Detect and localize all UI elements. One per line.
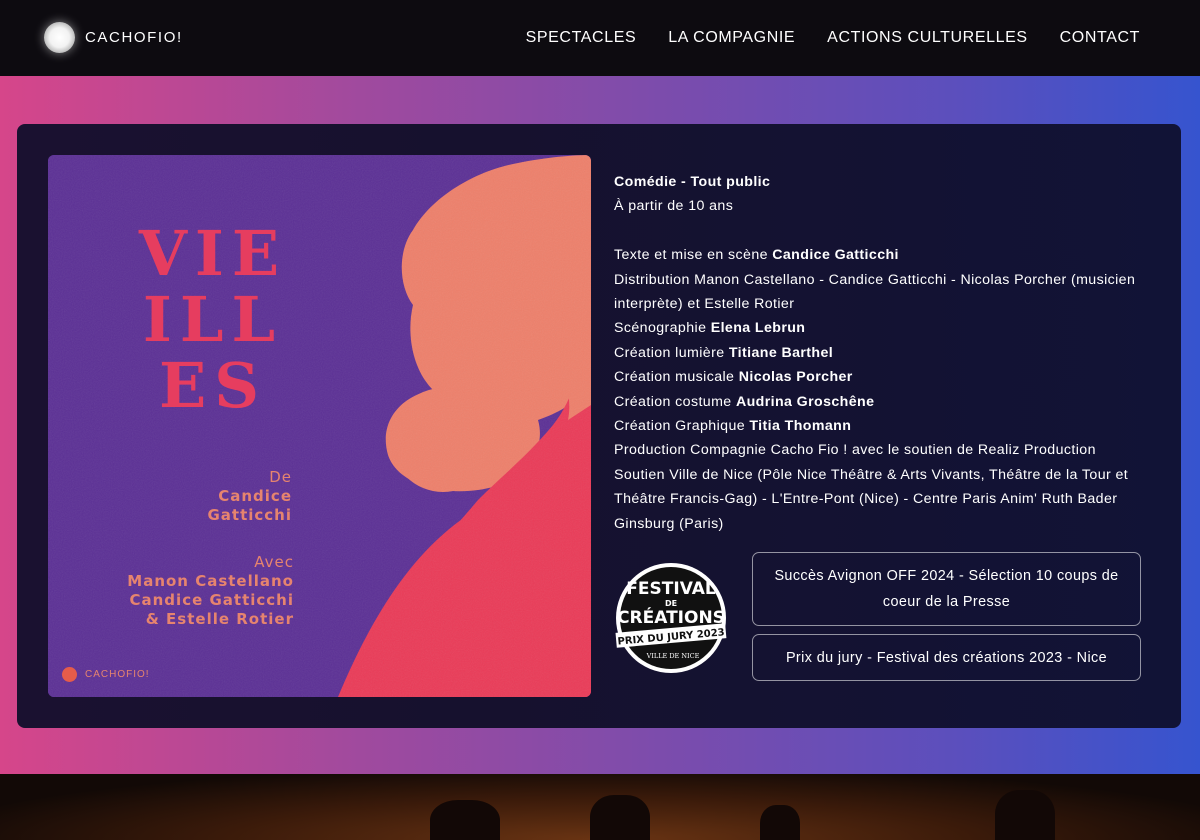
poster-logo: CACHOFIO!	[62, 667, 150, 682]
production: Production Compagnie Cacho Fio ! avec le…	[614, 442, 1096, 459]
poster-author-line: Gatticchi	[207, 506, 292, 524]
poster-logo-icon	[62, 667, 77, 682]
poster-cast-line: Candice Gatticchi	[129, 591, 294, 609]
credit-label: Création Graphique	[614, 418, 746, 435]
nav-actions-culturelles[interactable]: ACTIONS CULTURELLES	[827, 29, 1027, 47]
credit-value: Nicolas Porcher	[738, 369, 853, 386]
support: Soutien Ville de Nice (Pôle Nice Théâtre…	[614, 466, 1129, 532]
credit-value: Candice Gatticchi	[772, 247, 899, 264]
poster-cast: Avec Manon Castellano Candice Gatticchi …	[88, 553, 294, 629]
age-range: À partir de 10 ans	[614, 198, 734, 215]
credit-costume: Création costume Audrina Groschêne	[614, 390, 1154, 414]
poster-author-line: Candice	[218, 487, 292, 505]
brand-logo[interactable]: CACHOFIO!	[44, 22, 183, 53]
badge-line1: FESTIVAL	[626, 579, 716, 599]
poster-title: VIE ILL ES	[98, 221, 328, 419]
show-card: VIE ILL ES De Candice Gatticchi Avec Man…	[17, 124, 1181, 728]
poster-cast-label: Avec	[254, 553, 294, 571]
credit-scenographie: Scénographie Elena Lebrun	[614, 316, 1154, 340]
poster-title-line: ES	[158, 349, 268, 422]
credit-value: Titia Thomann	[749, 418, 852, 435]
credit-label: Scénographie	[614, 320, 707, 337]
credit-text: Texte et mise en scène Candice Gatticchi	[614, 243, 1154, 267]
credit-label: Création lumière	[614, 344, 725, 361]
credit-lumiere: Création lumière Titiane Barthel	[614, 341, 1154, 365]
brand-name: CACHOFIO!	[85, 29, 183, 46]
site-header: CACHOFIO! SPECTACLES LA COMPAGNIE ACTION…	[0, 0, 1200, 76]
credit-label: Création musicale	[614, 369, 735, 386]
badge-footer: VILLE DE NICE	[646, 652, 700, 660]
brand-circle-icon	[44, 22, 75, 53]
show-poster: VIE ILL ES De Candice Gatticchi Avec Man…	[48, 155, 591, 697]
stage-photo-strip	[0, 774, 1200, 840]
credit-value: Elena Lebrun	[710, 320, 806, 337]
poster-author-label: De	[269, 468, 292, 486]
credit-graphique: Création Graphique Titia Thomann	[614, 414, 1154, 438]
award-avignon-button[interactable]: Succès Avignon OFF 2024 - Sélection 10 c…	[752, 552, 1141, 626]
credit-label: Création costume	[614, 393, 732, 410]
poster-logo-text: CACHOFIO!	[85, 669, 150, 680]
nav-spectacles[interactable]: SPECTACLES	[526, 29, 637, 47]
genre: Comédie - Tout public	[614, 174, 771, 190]
main-nav: SPECTACLES LA COMPAGNIE ACTIONS CULTUREL…	[526, 0, 1140, 76]
nav-contact[interactable]: CONTACT	[1060, 29, 1140, 47]
show-info: Comédie - Tout public À partir de 10 ans…	[614, 170, 1154, 536]
poster-cast-line: Manon Castellano	[127, 572, 294, 590]
poster-author: De Candice Gatticchi	[148, 468, 292, 525]
credit-value: Audrina Groschêne	[735, 393, 875, 410]
poster-title-line: VIE	[138, 217, 288, 290]
distribution: Distribution Manon Castellano - Candice …	[614, 271, 1136, 313]
award-prix-du-jury-button[interactable]: Prix du jury - Festival des créations 20…	[752, 634, 1141, 681]
nav-la-compagnie[interactable]: LA COMPAGNIE	[668, 29, 795, 47]
credit-musicale: Création musicale Nicolas Porcher	[614, 365, 1154, 389]
poster-cast-line: & Estelle Rotier	[145, 610, 294, 628]
badge-line2: DE	[665, 599, 677, 608]
poster-title-line: ILL	[142, 283, 284, 356]
credit-label: Texte et mise en scène	[614, 247, 768, 264]
credit-value: Titiane Barthel	[728, 344, 834, 361]
festival-award-badge-icon: FESTIVAL DE CRÉATIONS PRIX DU JURY 2023 …	[615, 563, 727, 673]
